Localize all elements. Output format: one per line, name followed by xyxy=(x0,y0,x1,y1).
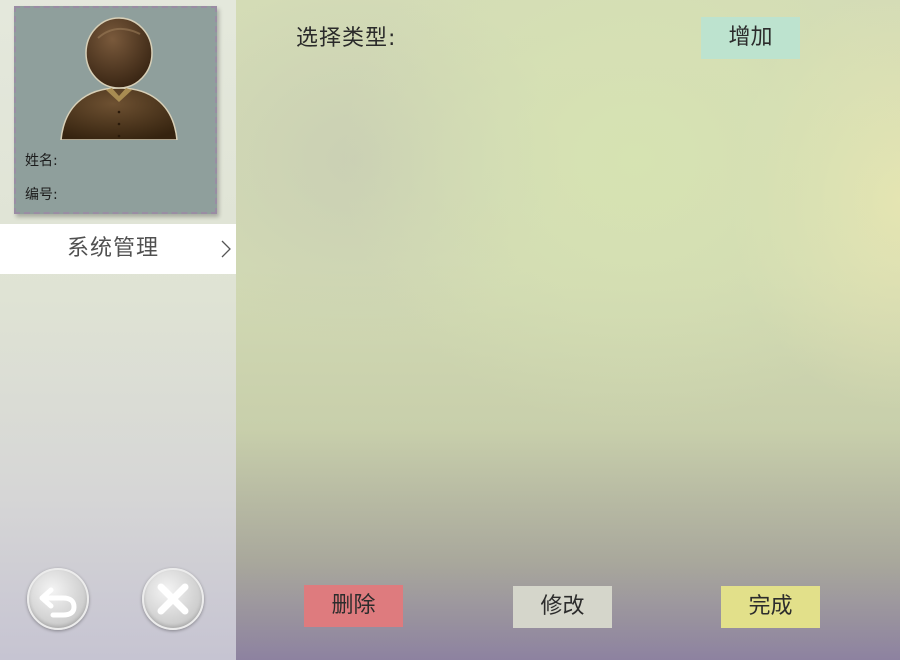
sidebar-item-system-management[interactable]: 系统管理 xyxy=(0,224,236,274)
undo-arrow-icon xyxy=(39,587,77,618)
close-button[interactable] xyxy=(142,568,204,630)
main-panel: 选择类型: 增加 删除 修改 完成 xyxy=(236,0,900,660)
name-label: 姓名: xyxy=(25,153,58,169)
back-button[interactable] xyxy=(27,568,89,630)
sidebar: 姓名: 编号: 系统管理 xyxy=(0,0,236,660)
chevron-right-icon xyxy=(221,240,231,258)
profile-card: 姓名: 编号: xyxy=(14,6,217,214)
modify-button[interactable]: 修改 xyxy=(513,586,612,628)
select-type-label: 选择类型: xyxy=(296,26,397,51)
sidebar-item-label: 系统管理 xyxy=(66,236,159,261)
delete-button[interactable]: 删除 xyxy=(304,585,403,627)
add-button[interactable]: 增加 xyxy=(701,17,800,59)
close-x-icon xyxy=(157,583,189,615)
user-silhouette-icon xyxy=(60,17,178,140)
done-button[interactable]: 完成 xyxy=(721,586,820,628)
id-label: 编号: xyxy=(25,187,58,203)
